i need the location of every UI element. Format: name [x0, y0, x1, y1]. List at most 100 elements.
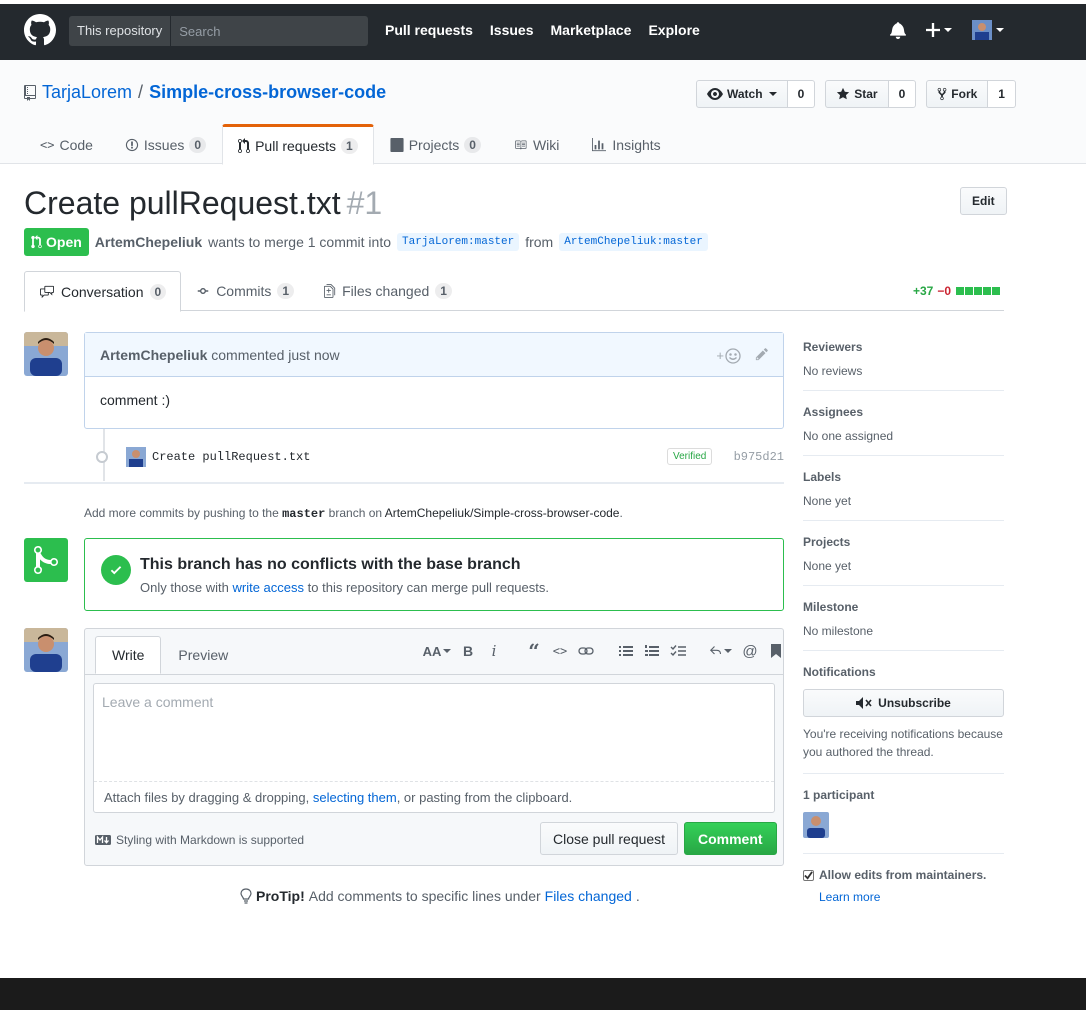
edit-title-button[interactable]: Edit: [960, 187, 1007, 215]
tab-wiki[interactable]: Wiki: [497, 124, 575, 164]
comment-author-link[interactable]: ArtemChepeliuk: [100, 347, 207, 363]
star-icon: [837, 87, 850, 100]
tab-files-changed[interactable]: Files changed 1: [309, 271, 467, 311]
fork-button[interactable]: Fork: [926, 80, 989, 108]
comment-textarea[interactable]: Leave a comment: [94, 684, 774, 782]
reviewers-value: No reviews: [803, 364, 863, 378]
projects-heading[interactable]: Projects: [803, 535, 1004, 549]
participant-avatar[interactable]: [803, 812, 829, 838]
pr-merge-text: wants to merge 1 commit into: [208, 234, 391, 250]
ordered-list-icon[interactable]: [644, 641, 660, 661]
markdown-note-text: Styling with Markdown is supported: [116, 833, 305, 847]
nav-pull-requests[interactable]: Pull requests: [385, 22, 473, 38]
allow-edits-checkbox[interactable]: [803, 869, 814, 881]
labels-heading[interactable]: Labels: [803, 470, 1004, 484]
chevron-down-icon: [768, 92, 777, 96]
fork-icon: [937, 87, 947, 101]
assignees-section: Assignees No one assigned: [803, 405, 1004, 456]
user-avatar-icon: [24, 332, 68, 376]
task-list-icon[interactable]: [670, 641, 686, 661]
pull-request-icon: [31, 235, 42, 249]
tab-projects-count: 0: [464, 137, 481, 153]
commit-author-avatar[interactable]: [126, 447, 146, 467]
reviewers-section: Reviewers No reviews: [803, 340, 1004, 391]
file-diff-icon: [324, 284, 336, 298]
files-changed-link[interactable]: Files changed: [545, 888, 632, 904]
allow-edits-row[interactable]: Allow edits from maintainers.: [803, 868, 1004, 882]
assignees-heading[interactable]: Assignees: [803, 405, 1004, 419]
bold-icon[interactable]: B: [460, 641, 476, 661]
tab-insights[interactable]: Insights: [575, 124, 676, 164]
tab-pull-requests[interactable]: Pull requests 1: [222, 124, 374, 165]
bookmark-icon[interactable]: [768, 641, 784, 661]
markdown-toolbar: AA B i “ <> @: [423, 639, 784, 663]
pr-title: Create pullRequest.txt #1: [24, 185, 382, 222]
protip-label: ProTip!: [256, 888, 305, 904]
reviewers-heading[interactable]: Reviewers: [803, 340, 1004, 354]
star-label: Star: [854, 87, 878, 101]
tab-issues[interactable]: Issues 0: [109, 124, 222, 164]
quote-icon[interactable]: “: [526, 639, 542, 663]
star-group: Star 0: [825, 80, 917, 108]
pr-author-link[interactable]: ArtemChepeliuk: [95, 234, 202, 250]
tab-commits[interactable]: Commits 1: [181, 271, 309, 311]
notifications-section: Notifications Unsubscribe You're receivi…: [803, 665, 1004, 774]
markdown-note[interactable]: Styling with Markdown is supported: [95, 833, 304, 847]
attach-files-note[interactable]: Attach files by dragging & dropping, sel…: [104, 790, 572, 805]
milestone-value: No milestone: [803, 624, 874, 638]
avatar[interactable]: [24, 332, 68, 376]
fork-count[interactable]: 1: [988, 80, 1016, 108]
github-logo-icon[interactable]: [24, 14, 56, 46]
watch-button[interactable]: Watch: [696, 80, 788, 108]
tab-projects[interactable]: Projects 0: [374, 124, 497, 164]
base-branch-ref[interactable]: TarjaLorem:master: [397, 233, 520, 251]
tab-conversation-label: Conversation: [61, 283, 144, 300]
bell-icon[interactable]: [890, 21, 906, 39]
learn-more-link[interactable]: Learn more: [819, 890, 1004, 904]
allow-edits-section: Allow edits from maintainers. Learn more: [803, 868, 1004, 904]
italic-icon[interactable]: i: [486, 641, 502, 661]
watch-count[interactable]: 0: [787, 80, 816, 108]
merge-sub-suffix: to this repository can merge pull reques…: [307, 580, 549, 595]
plus-icon[interactable]: [926, 23, 952, 37]
form-tab-divider: [85, 674, 783, 675]
add-reaction-icon[interactable]: +: [716, 347, 741, 364]
search-input[interactable]: Search: [171, 24, 220, 39]
comment-button[interactable]: Comment: [684, 822, 777, 855]
unordered-list-icon[interactable]: [618, 641, 634, 661]
tab-conversation[interactable]: Conversation 0: [24, 271, 182, 312]
write-tab[interactable]: Write: [95, 636, 162, 674]
write-access-link[interactable]: write access: [233, 580, 305, 595]
comment-discussion-icon: [40, 285, 54, 298]
commit-item: Create pullRequest.txt Verified b975d21: [96, 446, 784, 468]
preview-tab[interactable]: Preview: [161, 636, 245, 674]
nav-explore[interactable]: Explore: [648, 22, 699, 38]
avatar[interactable]: [24, 628, 68, 672]
pencil-icon[interactable]: [755, 347, 769, 364]
code-icon[interactable]: <>: [552, 641, 568, 661]
tab-code[interactable]: <> Code: [24, 124, 109, 164]
nav-issues[interactable]: Issues: [490, 22, 534, 38]
star-count[interactable]: 0: [888, 80, 917, 108]
commit-message-link[interactable]: Create pullRequest.txt: [152, 450, 310, 464]
text-size-icon[interactable]: AA: [423, 641, 452, 661]
repo-owner-link[interactable]: TarjaLorem: [42, 82, 132, 103]
search-box[interactable]: This repository Search: [69, 16, 368, 46]
mention-icon[interactable]: @: [742, 641, 758, 661]
merge-sub-prefix: Only those with: [140, 580, 229, 595]
repo-name-link[interactable]: Simple-cross-browser-code: [149, 82, 386, 103]
commit-sha-link[interactable]: b975d21: [734, 450, 784, 464]
reply-icon[interactable]: [710, 641, 732, 661]
verified-badge[interactable]: Verified: [667, 448, 713, 465]
star-button[interactable]: Star: [825, 80, 889, 108]
user-avatar-menu[interactable]: [972, 20, 1004, 40]
selecting-them-link[interactable]: selecting them: [313, 790, 397, 805]
tab-files-changed-count: 1: [435, 283, 452, 299]
unsubscribe-button[interactable]: Unsubscribe: [803, 689, 1004, 717]
close-pull-request-button[interactable]: Close pull request: [540, 822, 679, 855]
head-branch-ref[interactable]: ArtemChepeliuk:master: [559, 233, 708, 251]
pr-meta: Open ArtemChepeliuk wants to merge 1 com…: [24, 228, 708, 256]
milestone-heading[interactable]: Milestone: [803, 600, 1004, 614]
link-icon[interactable]: [578, 641, 594, 661]
nav-marketplace[interactable]: Marketplace: [551, 22, 632, 38]
